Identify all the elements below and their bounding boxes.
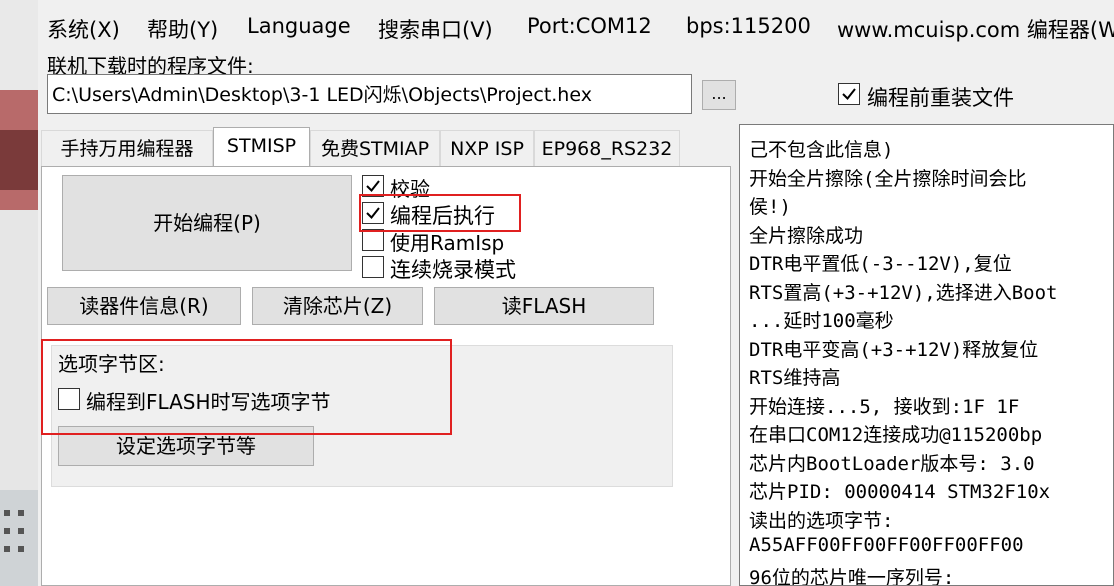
log-line: 96位的芯片唯一序列号: xyxy=(749,567,955,586)
program-file-path-input[interactable]: C:\Users\Admin\Desktop\3-1 LED闪烁\Objects… xyxy=(47,74,692,114)
menu-search-port[interactable]: 搜索串口(V) xyxy=(378,14,493,44)
menu-help[interactable]: 帮助(Y) xyxy=(147,14,218,44)
tab-stmisp[interactable]: STMISP xyxy=(213,127,310,167)
log-line: ...延时100毫秒 xyxy=(749,310,894,332)
menu-language[interactable]: Language xyxy=(247,14,351,38)
log-line: 芯片内BootLoader版本号: 3.0 xyxy=(749,453,1035,475)
tab-nxp-isp[interactable]: NXP ISP xyxy=(440,130,534,166)
menu-port[interactable]: Port:COM12 xyxy=(527,14,652,38)
log-line: 全片擦除成功 xyxy=(749,225,864,247)
reload-before-program-label: 编程前重装文件 xyxy=(867,86,1014,110)
highlight-option-bytes xyxy=(41,339,452,435)
log-line: 芯片PID: 00000414 STM32F10x xyxy=(749,481,1051,503)
check-icon xyxy=(366,180,380,193)
log-line: 己不包含此信息) xyxy=(749,139,894,161)
start-programming-button[interactable]: 开始编程(P) xyxy=(62,175,352,271)
highlight-run-after-program xyxy=(359,194,521,232)
output-log[interactable]: 己不包含此信息) 开始全片擦除(全片擦除时间会比 侯!) 全片擦除成功 DTR电… xyxy=(739,124,1114,586)
continuous-burn-checkbox[interactable] xyxy=(362,256,384,278)
log-line: A55AFF00FF00FF00FF00FF00 xyxy=(749,534,1024,556)
menu-website-programmer[interactable]: www.mcuisp.com 编程器(W xyxy=(837,14,1114,44)
menu-system[interactable]: 系统(X) xyxy=(47,14,120,44)
check-icon xyxy=(842,88,856,101)
use-ramisp-checkbox[interactable] xyxy=(362,229,384,251)
mcuisp-window: 系统(X) 帮助(Y) Language 搜索串口(V) Port:COM12 … xyxy=(38,0,1114,586)
log-line: 在串口COM12连接成功@115200bp xyxy=(749,424,1043,446)
log-line: 开始全片擦除(全片擦除时间会比 xyxy=(749,168,1027,190)
menu-bps[interactable]: bps:115200 xyxy=(686,14,811,38)
read-flash-button[interactable]: 读FLASH xyxy=(434,287,654,325)
log-line: 读出的选项字节: xyxy=(749,510,894,532)
browse-button[interactable]: ... xyxy=(702,80,736,110)
log-line: 开始连接...5, 接收到:1F 1F xyxy=(749,396,1020,418)
log-line: DTR电平置低(-3--12V),复位 xyxy=(749,253,1012,275)
reload-before-program-checkbox[interactable] xyxy=(838,83,860,105)
menu-bar: 系统(X) 帮助(Y) Language 搜索串口(V) Port:COM12 … xyxy=(38,8,1114,48)
log-line: DTR电平变高(+3-+12V)释放复位 xyxy=(749,339,1039,361)
stmisp-panel: 开始编程(P) 校验 编程后执行 使用RamIsp 连续烧录模式 读器件信息(R… xyxy=(41,166,731,586)
tab-free-stmiap[interactable]: 免费STMIAP xyxy=(310,130,440,166)
continuous-burn-label: 连续烧录模式 xyxy=(390,258,516,282)
background-desktop-strip xyxy=(0,0,38,586)
read-device-info-button[interactable]: 读器件信息(R) xyxy=(47,287,241,325)
log-line: RTS置高(+3-+12V),选择进入Boot xyxy=(749,282,1058,304)
log-line: 侯!) xyxy=(749,196,791,218)
tab-ep968-rs232[interactable]: EP968_RS232 xyxy=(534,130,680,166)
erase-chip-button[interactable]: 清除芯片(Z) xyxy=(252,287,423,325)
log-line: RTS维持高 xyxy=(749,367,841,389)
tab-handheld-programmer[interactable]: 手持万用编程器 xyxy=(41,130,213,166)
